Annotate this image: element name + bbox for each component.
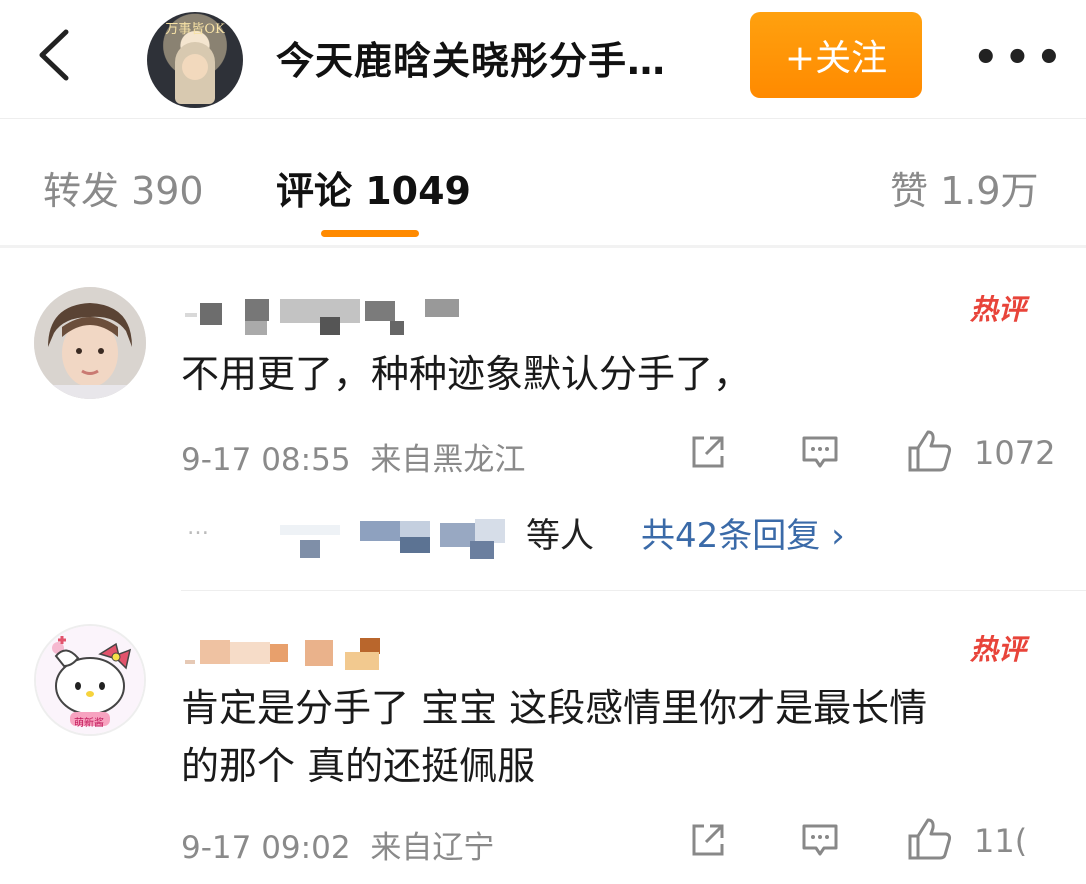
comment-button[interactable] [800, 432, 840, 476]
hot-comment-badge: 热评 [970, 633, 1027, 666]
tab-reposts[interactable]: 转发 390 [43, 160, 204, 215]
comment-text-line-1: 肯定是分手了 宝宝 这段感情里你才是最长情 [181, 686, 928, 730]
comment-location: 来自黑龙江 [370, 442, 526, 478]
commenter-avatar[interactable]: 萌新酱 [34, 624, 146, 736]
comment-icon [802, 824, 838, 856]
share-button[interactable] [688, 432, 728, 476]
like-icon [908, 818, 952, 860]
follow-button[interactable]: +关注 [750, 12, 922, 98]
comment-meta: 9-17 08:55 来自黑龙江 [181, 434, 525, 479]
view-replies-link[interactable]: 共42条回复 › [641, 508, 845, 557]
comment-icon [802, 436, 838, 468]
like-count: 11( [974, 822, 1028, 860]
header-divider [0, 118, 1086, 119]
hot-comment-badge: 热评 [970, 293, 1027, 326]
comment-text-line-2: 的那个 真的还挺佩服 [181, 744, 536, 788]
share-icon [692, 824, 724, 856]
page-title: 今天鹿晗关晓彤分手… [276, 39, 667, 83]
comment-divider [181, 590, 1086, 591]
comment-button[interactable] [800, 820, 840, 864]
like-button[interactable] [906, 816, 954, 866]
back-button[interactable] [30, 20, 80, 90]
reply-users-obscured [270, 515, 525, 563]
commenter-name-obscured [185, 636, 405, 676]
comment-meta: 9-17 09:02 来自辽宁 [181, 822, 494, 867]
chevron-left-icon [39, 29, 69, 81]
reply-preview-dots: … [187, 515, 210, 540]
more-icon[interactable]: ••• [973, 35, 1068, 81]
tab-likes[interactable]: 赞 1.9万 [890, 160, 1039, 215]
like-count: 1072 [974, 434, 1056, 472]
commenter-name-obscured [185, 295, 465, 340]
reply-users-suffix: 等人 [526, 516, 594, 556]
tab-comments[interactable]: 评论 1049 [276, 160, 471, 215]
like-icon [908, 430, 952, 472]
comment-time: 9-17 09:02 [181, 830, 351, 866]
like-button[interactable] [906, 428, 954, 478]
comment-time: 9-17 08:55 [181, 442, 351, 478]
tabs-divider [0, 245, 1086, 248]
active-tab-indicator [321, 230, 419, 237]
share-button[interactable] [688, 820, 728, 864]
avatar-caption: 萌新酱 [74, 718, 104, 729]
comment-text: 不用更了，种种迹象默认分手了， [181, 352, 752, 396]
comment-location: 来自辽宁 [370, 830, 495, 866]
avatar-caption: 万事皆OK [165, 22, 225, 37]
share-icon [692, 436, 724, 468]
author-avatar[interactable]: 万事皆OK [147, 12, 243, 108]
commenter-avatar[interactable] [34, 287, 146, 399]
